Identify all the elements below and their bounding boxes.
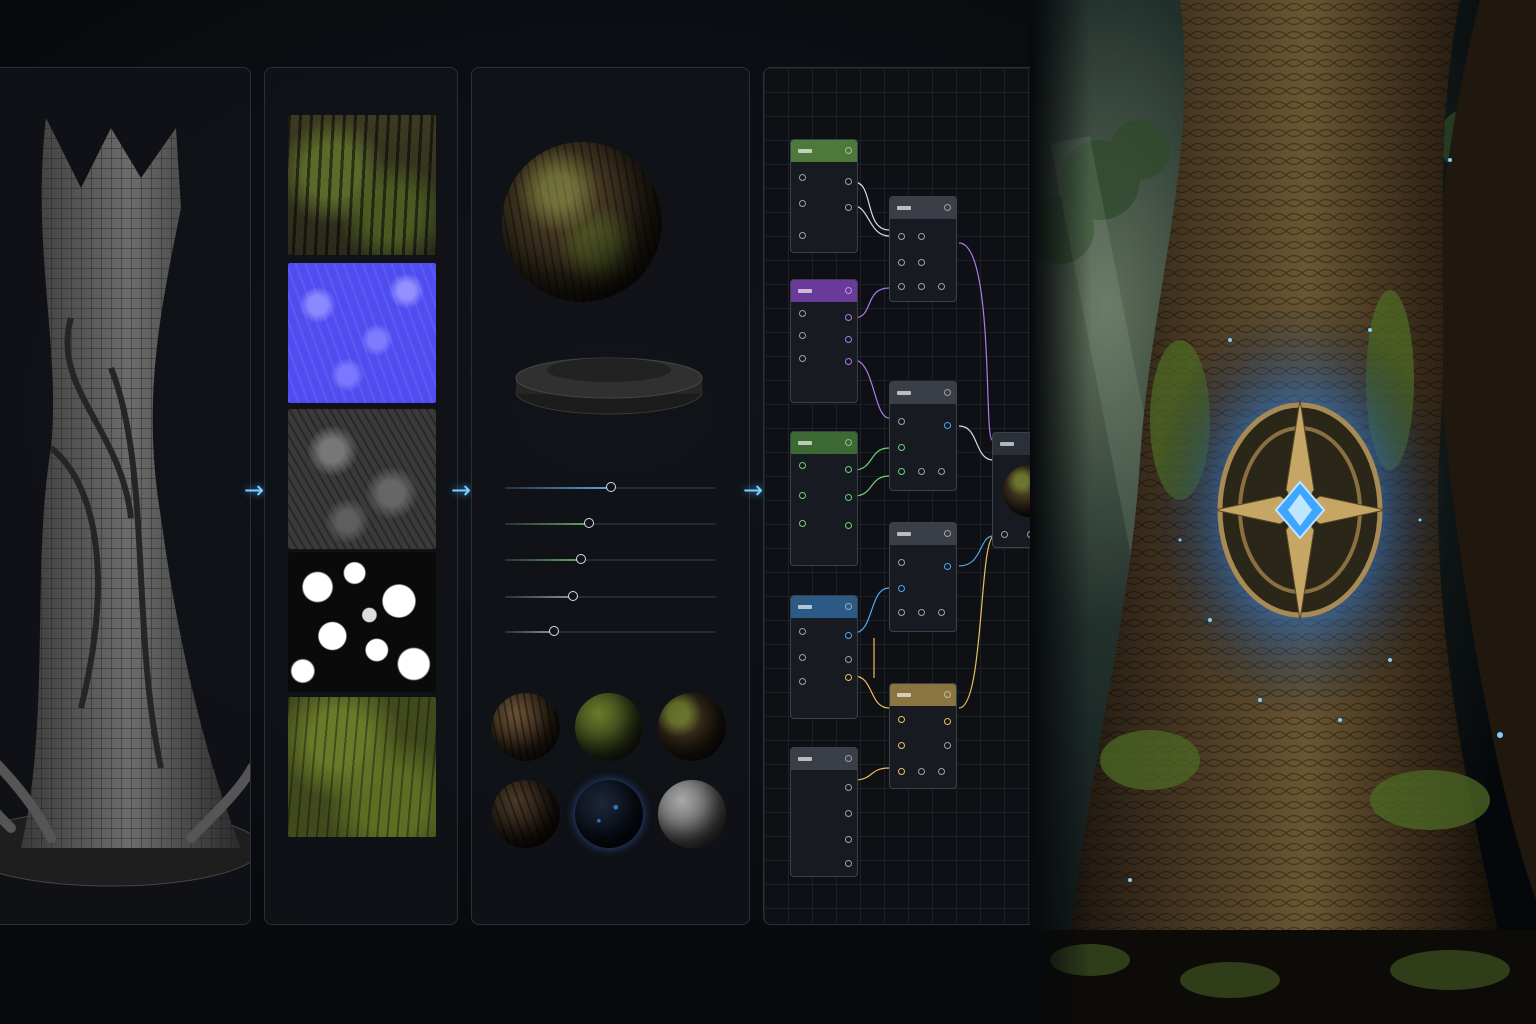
tree-mesh-icon (0, 118, 250, 887)
slider-knob[interactable] (567, 591, 578, 601)
arrow-right-icon: → (244, 476, 265, 504)
preset-bark[interactable] (492, 693, 560, 761)
arrow-right-icon: → (451, 476, 472, 504)
texture-node[interactable] (790, 747, 858, 877)
material-slider[interactable] (505, 626, 716, 636)
preset-stone[interactable] (658, 780, 726, 848)
pipeline-canvas: → → → (0, 0, 1536, 1024)
preset-mossy-bark[interactable] (658, 693, 726, 761)
preset-dark-bark[interactable] (492, 780, 560, 848)
final-render-view (1030, 0, 1536, 1024)
material-panel (471, 67, 750, 925)
texture-node[interactable] (790, 279, 858, 403)
pedestal-icon (515, 357, 703, 415)
material-slider[interactable] (505, 554, 716, 564)
mask-map[interactable] (288, 552, 436, 692)
texture-node[interactable] (790, 431, 858, 566)
mix-node[interactable] (889, 196, 957, 302)
preset-glowing[interactable] (575, 780, 643, 848)
slider-knob[interactable] (584, 518, 595, 528)
roughness-map[interactable] (288, 409, 436, 549)
texture-node[interactable] (790, 595, 858, 719)
normal-map[interactable] (288, 263, 436, 403)
material-slider[interactable] (505, 482, 716, 492)
mix-node[interactable] (889, 522, 957, 632)
texture-node[interactable] (790, 139, 858, 253)
slider-knob[interactable] (575, 554, 586, 564)
mesh-panel (0, 67, 251, 925)
preset-moss[interactable] (575, 693, 643, 761)
enchanted-tree-render (1030, 0, 1536, 1024)
material-slider[interactable] (505, 591, 716, 601)
moss-map[interactable] (288, 697, 436, 837)
slider-knob[interactable] (548, 626, 559, 636)
material-preview-sphere[interactable] (502, 142, 662, 302)
slider-knob[interactable] (605, 482, 616, 492)
albedo-map[interactable] (288, 115, 436, 255)
mix-node[interactable] (889, 683, 957, 789)
material-slider[interactable] (505, 518, 716, 528)
texture-maps-panel (264, 67, 458, 925)
arrow-right-icon: → (743, 476, 764, 504)
mix-node[interactable] (889, 381, 957, 491)
